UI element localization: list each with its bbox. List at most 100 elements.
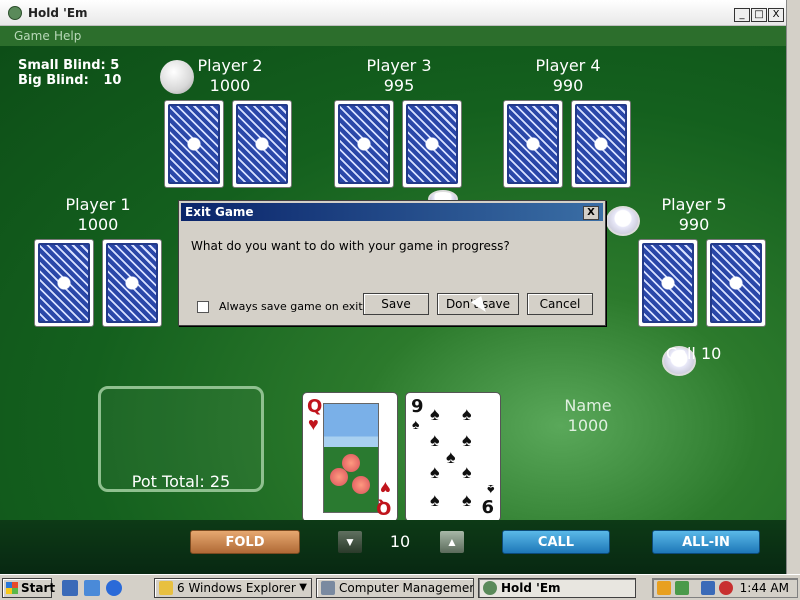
card-rank-bottom: Q bbox=[375, 497, 391, 518]
player-5-card-2 bbox=[706, 239, 766, 327]
player-name: Player 5 bbox=[661, 195, 727, 214]
spade-icon: ♠ bbox=[446, 447, 456, 467]
big-blind-label: Big Blind: bbox=[18, 73, 89, 88]
folder-icon bbox=[159, 581, 173, 595]
network-connection-icon[interactable] bbox=[701, 581, 715, 595]
call-button[interactable]: CALL bbox=[502, 530, 610, 554]
player-chips: 990 bbox=[552, 76, 584, 95]
task-hold-em[interactable]: Hold 'Em bbox=[478, 578, 636, 598]
card-rank: 9 bbox=[411, 396, 424, 417]
menu-help[interactable]: Help bbox=[54, 29, 81, 43]
spade-icon: ♠ bbox=[430, 430, 440, 450]
player-4-bet-chips bbox=[606, 206, 640, 236]
fold-button[interactable]: FOLD bbox=[190, 530, 300, 554]
hero-chips: 1000 bbox=[567, 416, 609, 435]
close-button[interactable]: X bbox=[768, 8, 784, 22]
player-name: Player 1 bbox=[65, 195, 131, 214]
clock[interactable]: 1:44 AM bbox=[740, 581, 789, 595]
hero-label: Name 1000 bbox=[528, 396, 648, 436]
volume-muted-icon[interactable] bbox=[719, 581, 733, 595]
dialog-message: What do you want to do with your game in… bbox=[191, 239, 510, 253]
heart-icon: ♥ bbox=[380, 478, 391, 498]
all-in-button[interactable]: ALL-IN bbox=[652, 530, 760, 554]
player-chips: 990 bbox=[678, 215, 710, 234]
player-name: Player 4 bbox=[535, 56, 601, 75]
hand-card-nine-spades: 9 ♠ ♠ ♠ ♠ ♠ ♠ ♠ ♠ ♠ ♠ ♠ 6 bbox=[405, 392, 501, 522]
spade-icon: ♠ bbox=[412, 416, 420, 432]
pot-total: Pot Total: 25 bbox=[131, 472, 231, 491]
spade-icon: ♠ bbox=[430, 404, 440, 424]
window-title: Hold 'Em bbox=[28, 6, 88, 20]
save-button[interactable]: Save bbox=[363, 293, 429, 315]
menu-game[interactable]: Game bbox=[14, 29, 50, 43]
queen-artwork bbox=[323, 403, 379, 513]
player-2-label: Player 2 1000 bbox=[170, 56, 290, 96]
player-5-card-1 bbox=[638, 239, 698, 327]
player-1-card-1 bbox=[34, 239, 94, 327]
minimize-button[interactable]: _ bbox=[734, 8, 750, 22]
card-rank-bottom: 6 bbox=[481, 497, 494, 518]
player-4-label: Player 4 990 bbox=[508, 56, 628, 96]
player-chips: 1000 bbox=[209, 76, 251, 95]
task-windows-explorer[interactable]: 6 Windows Explorer ▼ bbox=[154, 578, 312, 598]
small-blind-text: Small Blind: 5 bbox=[18, 58, 120, 73]
security-shield-icon[interactable] bbox=[657, 581, 671, 595]
big-blind-row: Big Blind: 10 bbox=[18, 73, 121, 88]
dialog-title: Exit Game bbox=[185, 205, 254, 219]
maximize-button[interactable]: □ bbox=[751, 8, 767, 22]
system-tray: 1:44 AM bbox=[652, 578, 798, 598]
hero-name: Name bbox=[564, 396, 612, 415]
player-1-card-2 bbox=[102, 239, 162, 327]
spade-icon: ♠ bbox=[430, 462, 440, 482]
player-3-card-1 bbox=[334, 100, 394, 188]
hand-card-queen-hearts: Q ♥ ♥ Q bbox=[302, 392, 398, 522]
task-label: Computer Management bbox=[339, 581, 474, 595]
title-bar[interactable]: Hold 'Em _ □ X bbox=[0, 0, 800, 26]
exit-game-dialog: Exit Game X What do you want to do with … bbox=[178, 200, 606, 326]
chevron-down-icon: ▼ bbox=[299, 582, 307, 593]
player-3-label: Player 3 995 bbox=[339, 56, 459, 96]
player-chips: 995 bbox=[383, 76, 415, 95]
spade-icon: ♠ bbox=[462, 462, 472, 482]
hold-em-window: Hold 'Em _ □ X Game Help Small Blind: 5 … bbox=[0, 0, 800, 574]
player-2-card-2 bbox=[232, 100, 292, 188]
show-desktop-icon[interactable] bbox=[62, 580, 78, 596]
bet-decrease-button[interactable]: ▼ bbox=[338, 531, 362, 553]
bet-increase-button[interactable]: ▲ bbox=[440, 531, 464, 553]
dialog-close-button[interactable]: X bbox=[583, 206, 599, 220]
player-chips: 1000 bbox=[77, 215, 119, 234]
spade-icon: ♠ bbox=[462, 404, 472, 424]
hold-em-icon bbox=[483, 581, 497, 595]
start-label: Start bbox=[21, 581, 56, 595]
blinds-info: Small Blind: 5 Big Blind: 10 bbox=[18, 58, 121, 88]
start-button[interactable]: Start bbox=[2, 578, 56, 598]
taskbar: Start 6 Windows Explorer ▼ Computer Mana… bbox=[0, 574, 800, 600]
player-5-action: Call 10 bbox=[666, 344, 722, 363]
task-label: 6 Windows Explorer bbox=[177, 581, 296, 595]
player-5-label: Player 5 990 bbox=[634, 195, 754, 235]
task-label: Hold 'Em bbox=[501, 581, 561, 595]
bet-amount: 10 bbox=[389, 532, 411, 551]
dialog-title-bar[interactable]: Exit Game X bbox=[181, 203, 603, 221]
menu-bar: Game Help bbox=[0, 26, 786, 46]
spade-icon: ♠ bbox=[462, 490, 472, 510]
cancel-button[interactable]: Cancel bbox=[527, 293, 593, 315]
spade-icon: ♠ bbox=[430, 490, 440, 510]
player-2-card-1 bbox=[164, 100, 224, 188]
internet-explorer-icon[interactable] bbox=[106, 580, 122, 596]
computer-management-icon bbox=[321, 581, 335, 595]
network-icon[interactable] bbox=[675, 581, 689, 595]
always-save-label[interactable]: Always save game on exit bbox=[219, 300, 363, 313]
player-name: Player 2 bbox=[197, 56, 263, 75]
big-blind-value: 10 bbox=[103, 73, 122, 88]
always-save-checkbox[interactable] bbox=[197, 301, 209, 313]
player-name: Player 3 bbox=[366, 56, 432, 75]
player-4-card-1 bbox=[503, 100, 563, 188]
heart-icon: ♥ bbox=[308, 414, 319, 434]
explorer-quick-icon[interactable] bbox=[84, 580, 100, 596]
window-edge bbox=[786, 0, 800, 574]
app-icon bbox=[8, 6, 22, 20]
player-3-card-2 bbox=[402, 100, 462, 188]
task-computer-management[interactable]: Computer Management bbox=[316, 578, 474, 598]
windows-logo-icon bbox=[6, 582, 18, 594]
